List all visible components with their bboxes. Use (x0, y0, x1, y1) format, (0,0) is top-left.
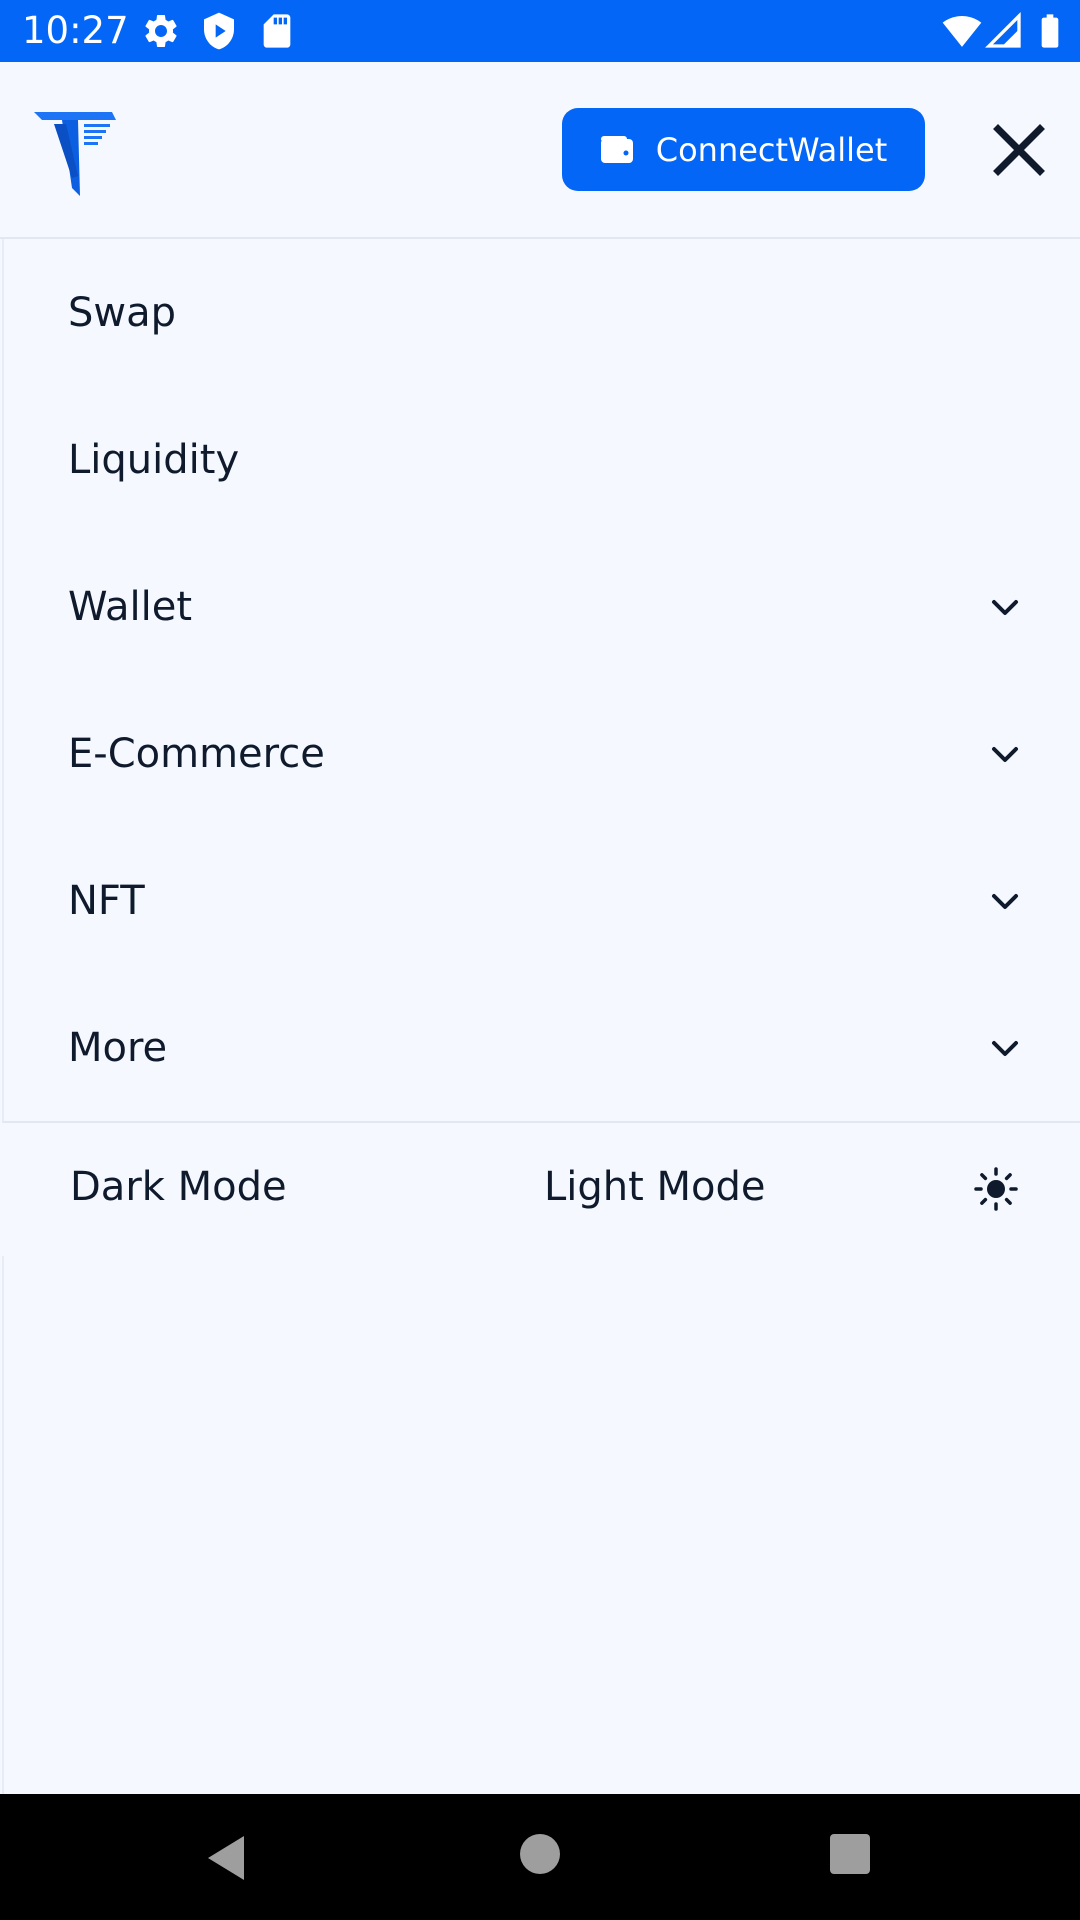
wallet-icon (600, 135, 633, 163)
menu-item-swap[interactable]: Swap (4, 239, 1080, 386)
t-logo[interactable] (32, 104, 116, 196)
header: ConnectWallet (0, 62, 1080, 239)
drawer-left-border (2, 1256, 4, 1794)
recents-icon[interactable] (830, 1834, 870, 1874)
close-icon[interactable] (990, 121, 1048, 179)
status-time: 10:27 (22, 9, 129, 52)
menu-item-label: More (68, 1024, 168, 1071)
light-mode-option[interactable]: Light Mode (544, 1163, 766, 1211)
system-nav-bar (0, 1794, 1080, 1920)
shield-play-icon (204, 12, 234, 50)
moon-icon[interactable] (510, 1169, 546, 1209)
nav-menu: Swap Liquidity Wallet E-Commerce NFT Mor… (2, 239, 1080, 1123)
menu-item-more[interactable]: More (4, 974, 1080, 1121)
menu-item-label: E-Commerce (68, 730, 325, 777)
theme-mode-row: Dark Mode Light Mode (2, 1121, 1080, 1256)
menu-item-label: NFT (68, 877, 145, 924)
menu-item-label: Swap (68, 289, 177, 336)
dark-mode-option[interactable]: Dark Mode (70, 1163, 287, 1211)
connect-wallet-label: ConnectWallet (655, 130, 888, 169)
settings-icon (145, 14, 177, 47)
battery-icon (1041, 14, 1059, 48)
sd-card-icon (263, 14, 291, 48)
cell-signal-icon (984, 11, 1021, 48)
menu-item-liquidity[interactable]: Liquidity (4, 386, 1080, 533)
chevron-down-icon (992, 746, 1018, 762)
connect-wallet-button[interactable]: ConnectWallet (562, 108, 925, 191)
status-bar: 10:27 (0, 0, 1080, 62)
menu-item-e-commerce[interactable]: E-Commerce (4, 680, 1080, 827)
menu-item-label: Liquidity (68, 436, 240, 483)
screen: 10:27 ConnectWallet Swap Liquidity Walle… (0, 0, 1080, 1920)
back-icon[interactable] (204, 1834, 248, 1882)
chevron-down-icon (992, 599, 1018, 615)
chevron-down-icon (992, 893, 1018, 909)
menu-item-wallet[interactable]: Wallet (4, 533, 1080, 680)
chevron-down-icon (992, 1040, 1018, 1056)
home-icon[interactable] (520, 1834, 560, 1874)
wifi-icon (942, 16, 982, 47)
menu-item-nft[interactable]: NFT (4, 827, 1080, 974)
menu-item-label: Wallet (68, 583, 193, 630)
sun-icon[interactable] (974, 1167, 1018, 1211)
